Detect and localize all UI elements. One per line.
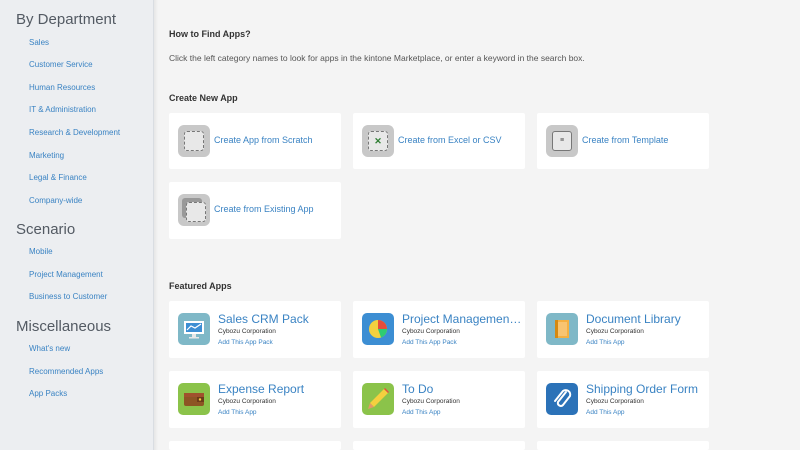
featured-app-company: Cybozu Corporation <box>402 398 460 405</box>
add-app-link[interactable]: Add This App <box>586 409 625 416</box>
create-from-scratch-card[interactable]: Create App from Scratch <box>169 113 341 169</box>
add-app-link[interactable]: Add This App <box>218 409 257 416</box>
section-heading-miscellaneous: Miscellaneous <box>16 318 112 335</box>
excel-icon: ✕ <box>362 125 394 157</box>
add-app-pack-link[interactable]: Add This App Pack <box>218 339 273 346</box>
create-from-existing-card[interactable]: Create from Existing App <box>169 182 341 239</box>
create-from-template-card[interactable]: ≡ Create from Template <box>537 113 709 169</box>
featured-app-title: Shipping Order Form <box>586 382 699 396</box>
featured-app-card[interactable]: Document Library Cybozu Corporation Add … <box>537 301 709 358</box>
featured-app-card[interactable]: Expense Report Cybozu Corporation Add Th… <box>169 371 341 428</box>
find-apps-heading: How to Find Apps? <box>169 29 251 39</box>
section-heading-department: By Department <box>16 11 117 28</box>
sidebar-item-company-wide[interactable]: Company-wide <box>29 196 82 205</box>
featured-app-card[interactable]: Shipping Order Form Cybozu Corporation A… <box>537 371 709 428</box>
featured-app-company: Cybozu Corporation <box>218 398 276 405</box>
sidebar-item-mobile[interactable]: Mobile <box>29 247 53 256</box>
folder-icon <box>546 313 578 345</box>
sidebar-item-it-administration[interactable]: IT & Administration <box>29 105 96 114</box>
create-from-scratch-label: Create App from Scratch <box>214 135 313 145</box>
sidebar: By Department Sales Customer Service Hum… <box>0 0 154 450</box>
featured-app-title: Sales CRM Pack <box>218 312 309 326</box>
create-from-template-label: Create from Template <box>582 135 669 145</box>
featured-app-title: Document Library <box>586 312 681 326</box>
featured-app-company: Cybozu Corporation <box>402 328 460 335</box>
add-app-link[interactable]: Add This App <box>402 409 441 416</box>
sidebar-item-legal-finance[interactable]: Legal & Finance <box>29 173 87 182</box>
wallet-icon <box>178 383 210 415</box>
create-from-excel-label: Create from Excel or CSV <box>398 135 502 145</box>
featured-apps-heading: Featured Apps <box>169 281 232 291</box>
existing-app-icon <box>178 194 210 226</box>
featured-app-company: Cybozu Corporation <box>218 328 276 335</box>
featured-app-card[interactable]: Sales CRM Pack Cybozu Corporation Add Th… <box>169 301 341 358</box>
featured-app-title: Project Management... <box>402 312 522 326</box>
sidebar-item-project-management[interactable]: Project Management <box>29 270 103 279</box>
sidebar-item-recommended-apps[interactable]: Recommended Apps <box>29 367 103 376</box>
pencil-icon <box>362 383 394 415</box>
scratch-icon <box>178 125 210 157</box>
sidebar-item-human-resources[interactable]: Human Resources <box>29 83 95 92</box>
featured-app-card[interactable]: To Do Cybozu Corporation Add This App <box>353 371 525 428</box>
featured-app-title: To Do <box>402 382 434 396</box>
add-app-link[interactable]: Add This App <box>586 339 625 346</box>
create-from-excel-card[interactable]: ✕ Create from Excel or CSV <box>353 113 525 169</box>
add-app-pack-link[interactable]: Add This App Pack <box>402 339 457 346</box>
featured-app-card-partial[interactable] <box>353 441 525 450</box>
sidebar-item-marketing[interactable]: Marketing <box>29 151 64 160</box>
featured-app-company: Cybozu Corporation <box>586 398 644 405</box>
featured-app-title: Expense Report <box>218 382 305 396</box>
create-from-existing-label: Create from Existing App <box>214 204 314 214</box>
sidebar-item-whats-new[interactable]: What's new <box>29 344 70 353</box>
sidebar-item-research-development[interactable]: Research & Development <box>29 128 120 137</box>
paperclip-icon <box>546 383 578 415</box>
section-heading-scenario: Scenario <box>16 221 76 238</box>
create-app-heading: Create New App <box>169 93 238 103</box>
featured-app-card-partial[interactable] <box>537 441 709 450</box>
featured-app-card[interactable]: Project Management... Cybozu Corporation… <box>353 301 525 358</box>
sidebar-item-business-to-customer[interactable]: Business to Customer <box>29 292 107 301</box>
sidebar-item-app-packs[interactable]: App Packs <box>29 389 67 398</box>
featured-app-card-partial[interactable] <box>169 441 341 450</box>
monitor-chart-icon <box>178 313 210 345</box>
sidebar-item-customer-service[interactable]: Customer Service <box>29 60 93 69</box>
sidebar-item-sales[interactable]: Sales <box>29 38 49 47</box>
find-apps-description: Click the left category names to look fo… <box>169 53 585 63</box>
featured-app-company: Cybozu Corporation <box>586 328 644 335</box>
template-icon: ≡ <box>546 125 578 157</box>
pie-chart-icon <box>362 313 394 345</box>
sidebar-shadow <box>154 0 158 450</box>
